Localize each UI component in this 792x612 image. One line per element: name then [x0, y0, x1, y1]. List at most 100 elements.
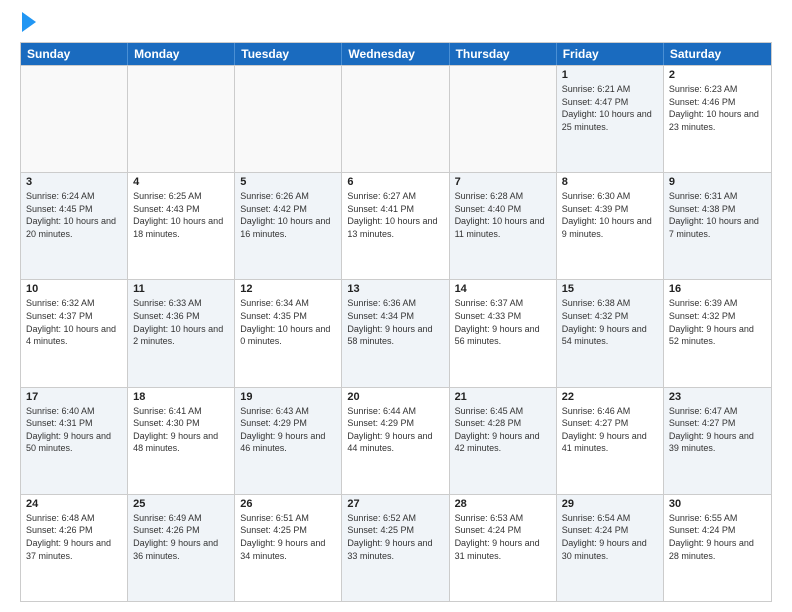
day-number: 4	[133, 176, 229, 188]
day-cell-8: 8 Sunrise: 6:30 AM Sunset: 4:39 PM Daylig…	[557, 173, 664, 279]
day-number: 22	[562, 391, 658, 403]
header	[20, 16, 772, 32]
day-info: Sunrise: 6:39 AM Sunset: 4:32 PM Dayligh…	[669, 297, 766, 347]
day-info: Sunrise: 6:51 AM Sunset: 4:25 PM Dayligh…	[240, 512, 336, 562]
day-number: 26	[240, 498, 336, 510]
day-number: 1	[562, 69, 658, 81]
calendar-row-2: 3Sunrise: 6:24 AM Sunset: 4:45 PM Daylig…	[21, 172, 771, 279]
day-cell-19: 19Sunrise: 6:43 AM Sunset: 4:29 PM Dayli…	[235, 388, 342, 494]
day-cell-16: 16 Sunrise: 6:39 AM Sunset: 4:32 PM Dayli…	[664, 280, 771, 386]
day-number: 27	[347, 498, 443, 510]
day-cell-25: 25 Sunrise: 6:49 AM Sunset: 4:26 PM Dayli…	[128, 495, 235, 601]
day-number: 19	[240, 391, 336, 403]
day-cell-4: 4 Sunrise: 6:25 AM Sunset: 4:43 PM Daylig…	[128, 173, 235, 279]
day-info: Sunrise: 6:55 AM Sunset: 4:24 PM Dayligh…	[669, 512, 766, 562]
day-cell-5: 5 Sunrise: 6:26 AM Sunset: 4:42 PM Daylig…	[235, 173, 342, 279]
day-cell-7: 7 Sunrise: 6:28 AM Sunset: 4:40 PM Daylig…	[450, 173, 557, 279]
day-cell-2: 2 Sunrise: 6:23 AM Sunset: 4:46 PM Daylig…	[664, 66, 771, 172]
day-number: 23	[669, 391, 766, 403]
day-info: Sunrise: 6:36 AM Sunset: 4:34 PM Dayligh…	[347, 297, 443, 347]
day-number: 7	[455, 176, 551, 188]
weekday-header-thursday: Thursday	[450, 43, 557, 65]
day-number: 16	[669, 283, 766, 295]
day-cell-6: 6 Sunrise: 6:27 AM Sunset: 4:41 PM Daylig…	[342, 173, 449, 279]
day-cell-24: 24 Sunrise: 6:48 AM Sunset: 4:26 PM Dayli…	[21, 495, 128, 601]
day-info: Sunrise: 6:38 AM Sunset: 4:32 PM Dayligh…	[562, 297, 658, 347]
day-number: 20	[347, 391, 443, 403]
day-info: Sunrise: 6:37 AM Sunset: 4:33 PM Dayligh…	[455, 297, 551, 347]
day-info: Sunrise: 6:23 AM Sunset: 4:46 PM Dayligh…	[669, 83, 766, 133]
day-number: 18	[133, 391, 229, 403]
calendar: SundayMondayTuesdayWednesdayThursdayFrid…	[20, 42, 772, 602]
day-cell-21: 21 Sunrise: 6:45 AM Sunset: 4:28 PM Dayli…	[450, 388, 557, 494]
day-info: Sunrise: 6:46 AM Sunset: 4:27 PM Dayligh…	[562, 405, 658, 455]
day-info: Sunrise: 6:45 AM Sunset: 4:28 PM Dayligh…	[455, 405, 551, 455]
page: SundayMondayTuesdayWednesdayThursdayFrid…	[0, 0, 792, 612]
calendar-header: SundayMondayTuesdayWednesdayThursdayFrid…	[21, 43, 771, 65]
day-cell-10: 10 Sunrise: 6:32 AM Sunset: 4:37 PM Dayli…	[21, 280, 128, 386]
day-info: Sunrise: 6:47 AM Sunset: 4:27 PM Dayligh…	[669, 405, 766, 455]
logo-arrow-icon	[22, 12, 36, 32]
weekday-header-sunday: Sunday	[21, 43, 128, 65]
day-cell-15: 15 Sunrise: 6:38 AM Sunset: 4:32 PM Dayli…	[557, 280, 664, 386]
day-info: Sunrise: 6:28 AM Sunset: 4:40 PM Dayligh…	[455, 190, 551, 240]
day-number: 11	[133, 283, 229, 295]
day-number: 21	[455, 391, 551, 403]
day-cell-17: 17 Sunrise: 6:40 AM Sunset: 4:31 PM Dayli…	[21, 388, 128, 494]
day-info: Sunrise: 6:30 AM Sunset: 4:39 PM Dayligh…	[562, 190, 658, 240]
empty-cell	[21, 66, 128, 172]
day-cell-20: 20Sunrise: 6:44 AM Sunset: 4:29 PM Dayli…	[342, 388, 449, 494]
day-cell-29: 29 Sunrise: 6:54 AM Sunset: 4:24 PM Dayli…	[557, 495, 664, 601]
day-info: Sunrise: 6:25 AM Sunset: 4:43 PM Dayligh…	[133, 190, 229, 240]
day-number: 17	[26, 391, 122, 403]
day-info: Sunrise: 6:21 AM Sunset: 4:47 PM Dayligh…	[562, 83, 658, 133]
day-number: 25	[133, 498, 229, 510]
empty-cell	[342, 66, 449, 172]
calendar-row-4: 17 Sunrise: 6:40 AM Sunset: 4:31 PM Dayli…	[21, 387, 771, 494]
day-number: 2	[669, 69, 766, 81]
day-number: 24	[26, 498, 122, 510]
day-number: 29	[562, 498, 658, 510]
calendar-body: 1 Sunrise: 6:21 AM Sunset: 4:47 PM Daylig…	[21, 65, 771, 601]
day-cell-14: 14Sunrise: 6:37 AM Sunset: 4:33 PM Dayli…	[450, 280, 557, 386]
logo	[20, 16, 36, 32]
day-cell-1: 1 Sunrise: 6:21 AM Sunset: 4:47 PM Daylig…	[557, 66, 664, 172]
day-number: 28	[455, 498, 551, 510]
day-number: 15	[562, 283, 658, 295]
day-info: Sunrise: 6:33 AM Sunset: 4:36 PM Dayligh…	[133, 297, 229, 347]
day-number: 10	[26, 283, 122, 295]
day-number: 30	[669, 498, 766, 510]
day-number: 8	[562, 176, 658, 188]
day-number: 12	[240, 283, 336, 295]
empty-cell	[128, 66, 235, 172]
day-cell-18: 18 Sunrise: 6:41 AM Sunset: 4:30 PM Dayli…	[128, 388, 235, 494]
day-cell-23: 23 Sunrise: 6:47 AM Sunset: 4:27 PM Dayli…	[664, 388, 771, 494]
day-cell-3: 3Sunrise: 6:24 AM Sunset: 4:45 PM Daylig…	[21, 173, 128, 279]
day-info: Sunrise: 6:40 AM Sunset: 4:31 PM Dayligh…	[26, 405, 122, 455]
day-info: Sunrise: 6:54 AM Sunset: 4:24 PM Dayligh…	[562, 512, 658, 562]
day-info: Sunrise: 6:49 AM Sunset: 4:26 PM Dayligh…	[133, 512, 229, 562]
calendar-row-3: 10 Sunrise: 6:32 AM Sunset: 4:37 PM Dayli…	[21, 279, 771, 386]
day-info: Sunrise: 6:52 AM Sunset: 4:25 PM Dayligh…	[347, 512, 443, 562]
weekday-header-monday: Monday	[128, 43, 235, 65]
day-cell-11: 11 Sunrise: 6:33 AM Sunset: 4:36 PM Dayli…	[128, 280, 235, 386]
day-number: 6	[347, 176, 443, 188]
day-info: Sunrise: 6:26 AM Sunset: 4:42 PM Dayligh…	[240, 190, 336, 240]
day-info: Sunrise: 6:48 AM Sunset: 4:26 PM Dayligh…	[26, 512, 122, 562]
empty-cell	[450, 66, 557, 172]
day-info: Sunrise: 6:32 AM Sunset: 4:37 PM Dayligh…	[26, 297, 122, 347]
day-info: Sunrise: 6:41 AM Sunset: 4:30 PM Dayligh…	[133, 405, 229, 455]
empty-cell	[235, 66, 342, 172]
day-cell-12: 12Sunrise: 6:34 AM Sunset: 4:35 PM Dayli…	[235, 280, 342, 386]
day-cell-26: 26 Sunrise: 6:51 AM Sunset: 4:25 PM Dayli…	[235, 495, 342, 601]
day-number: 3	[26, 176, 122, 188]
calendar-row-1: 1 Sunrise: 6:21 AM Sunset: 4:47 PM Daylig…	[21, 65, 771, 172]
day-cell-28: 28 Sunrise: 6:53 AM Sunset: 4:24 PM Dayli…	[450, 495, 557, 601]
day-info: Sunrise: 6:27 AM Sunset: 4:41 PM Dayligh…	[347, 190, 443, 240]
day-info: Sunrise: 6:53 AM Sunset: 4:24 PM Dayligh…	[455, 512, 551, 562]
day-cell-22: 22 Sunrise: 6:46 AM Sunset: 4:27 PM Dayli…	[557, 388, 664, 494]
logo-text	[20, 16, 36, 32]
day-number: 5	[240, 176, 336, 188]
calendar-row-5: 24 Sunrise: 6:48 AM Sunset: 4:26 PM Dayli…	[21, 494, 771, 601]
day-cell-30: 30 Sunrise: 6:55 AM Sunset: 4:24 PM Dayli…	[664, 495, 771, 601]
